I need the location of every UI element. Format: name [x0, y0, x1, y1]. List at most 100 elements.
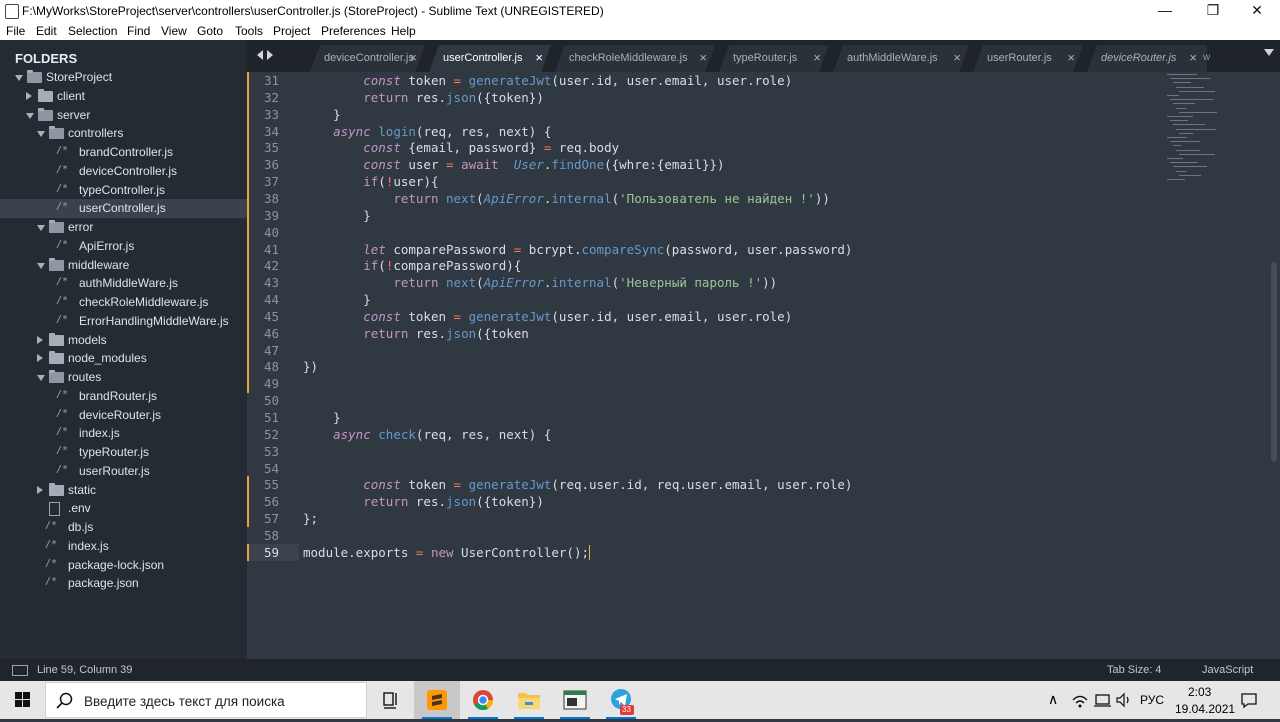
tab-userrouter-js[interactable]: userRouter.js ×: [959, 45, 1085, 72]
menu-edit[interactable]: Edit: [36, 24, 57, 38]
tab-list-dropdown-icon[interactable]: [1264, 49, 1274, 56]
tab-typerouter-js[interactable]: typeRouter.js ×: [705, 45, 831, 72]
code-line[interactable]: }: [303, 107, 341, 122]
chevron-right-icon[interactable]: [37, 335, 43, 344]
chevron-down-icon[interactable]: [37, 262, 45, 269]
close-icon[interactable]: ×: [535, 50, 543, 65]
tab-devicecontroller-js[interactable]: deviceController.js ×: [296, 45, 427, 72]
tree-file[interactable]: /* checkRoleMiddleware.js: [0, 293, 247, 312]
tab-checkrolemiddleware-js[interactable]: checkRoleMiddleware.js ×: [541, 45, 717, 72]
menu-project[interactable]: Project: [273, 24, 310, 38]
chevron-right-icon[interactable]: [37, 485, 43, 494]
menu-preferences[interactable]: Preferences: [321, 24, 386, 38]
code-line[interactable]: return res.json({token}): [303, 90, 544, 105]
close-icon[interactable]: ×: [813, 50, 821, 65]
tree-file[interactable]: /* package-lock.json: [0, 556, 247, 575]
tree-file[interactable]: /* db.js: [0, 518, 247, 537]
tree-file[interactable]: /* index.js: [0, 424, 247, 443]
tree-folder[interactable]: static: [0, 481, 247, 500]
code-line[interactable]: module.exports = new UserController();: [303, 544, 590, 560]
code-line[interactable]: }: [303, 410, 341, 425]
code-line[interactable]: if(!comparePassword){: [303, 258, 521, 273]
clock-time[interactable]: 2:03: [1188, 685, 1211, 699]
sublime-text-icon[interactable]: [414, 681, 460, 719]
tree-file[interactable]: /* deviceRouter.js: [0, 406, 247, 425]
tree-folder[interactable]: controllers: [0, 124, 247, 143]
code-line[interactable]: return res.json({token}): [303, 494, 544, 509]
tree-file[interactable]: /* authMiddleWare.js: [0, 274, 247, 293]
code-line[interactable]: };: [303, 511, 318, 526]
menu-view[interactable]: View: [161, 24, 187, 38]
menu-selection[interactable]: Selection: [68, 24, 117, 38]
code-line[interactable]: const {email, password} = req.body: [303, 140, 619, 155]
tab-usercontroller-js[interactable]: userController.js ×: [415, 45, 553, 72]
code-line[interactable]: return next(ApiError.internal('Пользоват…: [303, 191, 830, 206]
file-explorer-icon[interactable]: [506, 681, 552, 719]
code-line[interactable]: async login(req, res, next) {: [303, 124, 551, 139]
tree-file[interactable]: /* userController.js: [0, 199, 247, 219]
tree-file[interactable]: .env: [0, 499, 247, 518]
laptop-icon[interactable]: [1094, 692, 1112, 711]
tree-folder[interactable]: StoreProject: [0, 68, 247, 87]
tree-folder[interactable]: models: [0, 331, 247, 350]
code-line[interactable]: return res.json({token: [303, 326, 529, 341]
chevron-down-icon[interactable]: [37, 375, 45, 381]
tree-folder[interactable]: routes: [0, 368, 247, 387]
chevron-down-icon[interactable]: [37, 225, 45, 231]
tree-folder[interactable]: node_modules: [0, 349, 247, 368]
close-icon[interactable]: ×: [1189, 50, 1197, 65]
tree-folder[interactable]: error: [0, 218, 247, 237]
input-language[interactable]: РУС: [1140, 693, 1164, 707]
menu-tools[interactable]: Tools: [235, 24, 263, 38]
menu-help[interactable]: Help: [391, 24, 416, 38]
menu-file[interactable]: File: [6, 24, 25, 38]
code-line[interactable]: }: [303, 208, 371, 223]
code-line[interactable]: async check(req, res, next) {: [303, 427, 551, 442]
close-icon[interactable]: ×: [953, 50, 961, 65]
code-line[interactable]: const token = generateJwt(user.id, user.…: [303, 73, 792, 88]
windows-start-icon[interactable]: [0, 681, 45, 719]
tree-file[interactable]: /* package.json: [0, 574, 247, 593]
code-editor[interactable]: 31 32 33 34 35 36 37 38 39 40 41 42 43 44 45 46 47 48 49 50…: [247, 72, 1280, 659]
taskbar-search-input[interactable]: Введите здесь текст для поиска: [45, 682, 367, 718]
vertical-scrollbar[interactable]: [1271, 262, 1277, 462]
tree-file[interactable]: /* brandRouter.js: [0, 387, 247, 406]
code-line[interactable]: }: [303, 292, 371, 307]
code-line[interactable]: }): [303, 359, 318, 374]
tree-folder[interactable]: client: [0, 87, 247, 106]
tree-file[interactable]: /* brandController.js: [0, 143, 247, 162]
code-line[interactable]: const token = generateJwt(user.id, user.…: [303, 309, 792, 324]
tab-size-selector[interactable]: Tab Size: 4: [1107, 664, 1161, 676]
syntax-selector[interactable]: JavaScript: [1202, 664, 1253, 676]
tree-file[interactable]: /* deviceController.js: [0, 162, 247, 181]
tab-authmiddleware-js[interactable]: authMiddleWare.js ×: [819, 45, 971, 72]
menu-goto[interactable]: Goto: [197, 24, 223, 38]
chevron-down-icon[interactable]: [37, 131, 45, 138]
chevron-down-icon[interactable]: [15, 75, 23, 81]
tree-file[interactable]: /* ErrorHandlingMiddleWare.js: [0, 312, 247, 331]
close-icon[interactable]: ×: [409, 50, 417, 65]
telegram-icon[interactable]: 33: [598, 681, 644, 719]
tree-file[interactable]: /* typeController.js: [0, 181, 247, 200]
code-line[interactable]: return next(ApiError.internal('Неверный …: [303, 275, 777, 290]
tree-file[interactable]: /* ApiError.js: [0, 237, 247, 256]
tab-devicerouter-js[interactable]: deviceRouter.js ×: [1073, 45, 1207, 72]
code-line[interactable]: const token = generateJwt(req.user.id, r…: [303, 477, 852, 492]
maximize-button[interactable]: ❐: [1190, 0, 1236, 22]
task-view-icon[interactable]: [368, 681, 414, 719]
clock-date[interactable]: 19.04.2021: [1175, 702, 1235, 716]
network-icon[interactable]: [1071, 691, 1089, 712]
tree-file[interactable]: /* userRouter.js: [0, 462, 247, 481]
close-button[interactable]: ✕: [1234, 0, 1280, 22]
menu-find[interactable]: Find: [127, 24, 150, 38]
chevron-down-icon[interactable]: [26, 112, 34, 119]
code-line[interactable]: let comparePassword = bcrypt.compareSync…: [303, 242, 852, 257]
terminal-app-icon[interactable]: [552, 681, 598, 719]
notification-icon[interactable]: [1240, 691, 1258, 712]
tree-folder[interactable]: server: [0, 106, 247, 125]
close-icon[interactable]: ×: [699, 50, 707, 65]
tree-folder[interactable]: middleware: [0, 256, 247, 275]
close-icon[interactable]: ×: [1067, 50, 1075, 65]
chevron-right-icon[interactable]: [37, 354, 43, 363]
chevron-right-icon[interactable]: [26, 91, 32, 100]
